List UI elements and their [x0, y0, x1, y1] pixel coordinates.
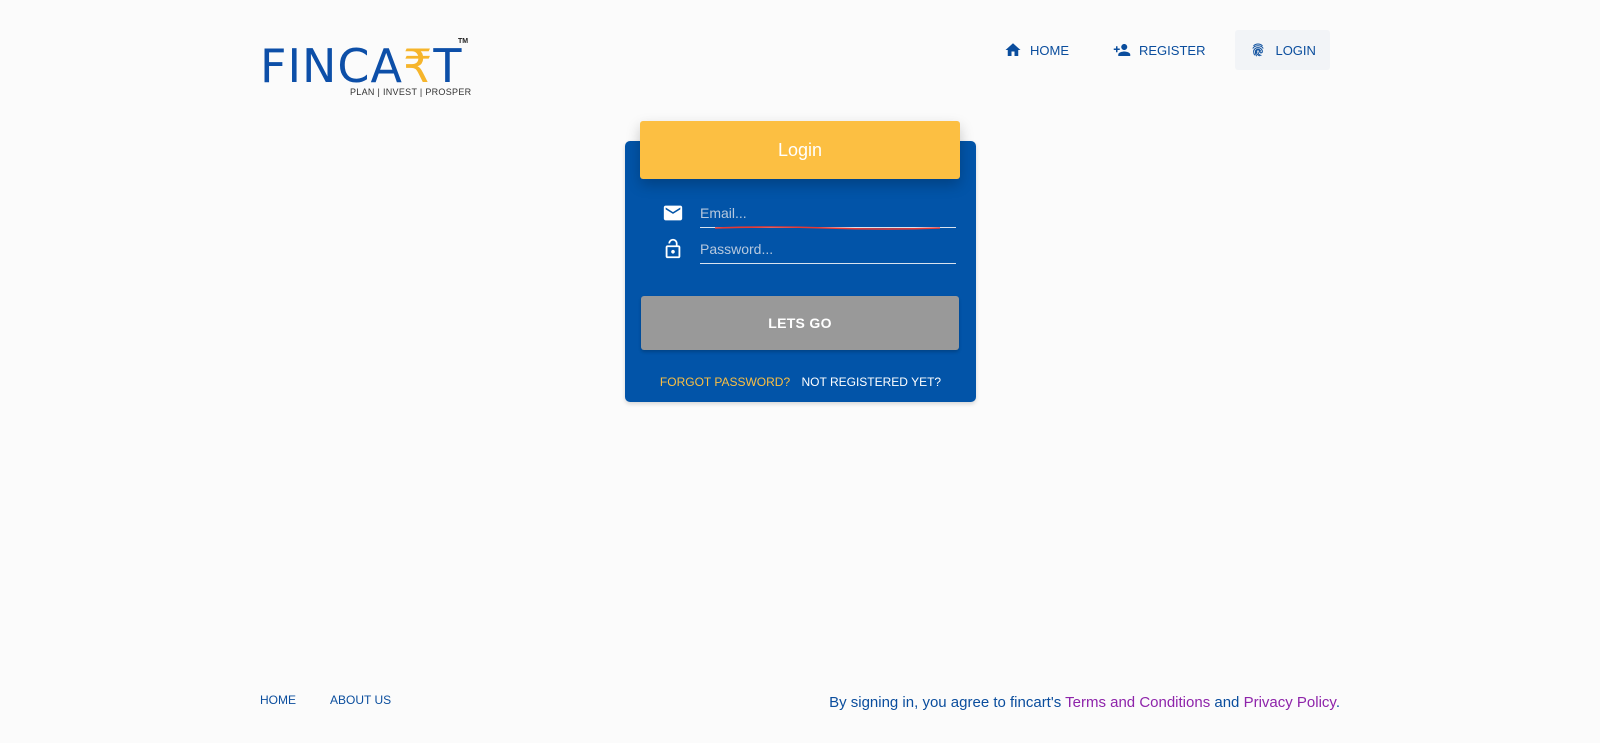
- terms-link[interactable]: Terms and Conditions: [1065, 694, 1210, 711]
- login-card-title: Login: [640, 121, 960, 179]
- login-links: FORGOT PASSWORD? NOT REGISTERED YET?: [625, 375, 976, 389]
- footer-nav: HOME ABOUT US: [260, 693, 391, 707]
- lets-go-button[interactable]: LETS GO: [641, 296, 959, 350]
- not-registered-link[interactable]: NOT REGISTERED YET?: [802, 375, 942, 389]
- nav-login[interactable]: LOGIN: [1235, 30, 1330, 70]
- top-nav: HOME REGISTER LOGIN: [990, 30, 1346, 70]
- footer-legal-text: By signing in, you agree to fincart's Te…: [829, 694, 1340, 711]
- email-field[interactable]: [700, 198, 956, 228]
- rupee-glyph: ₹: [403, 39, 434, 93]
- home-icon: [1005, 43, 1021, 56]
- nav-home[interactable]: HOME: [990, 30, 1083, 70]
- spellcheck-underline: [715, 226, 940, 230]
- nav-register-label: REGISTER: [1139, 42, 1206, 58]
- footer-home-link[interactable]: HOME: [260, 693, 296, 707]
- forgot-password-link[interactable]: FORGOT PASSWORD?: [660, 375, 790, 389]
- logo-wordmark: FINCA₹T: [260, 39, 463, 93]
- email-row: [662, 198, 956, 228]
- trademark-mark: TM: [458, 38, 469, 45]
- email-icon: [662, 202, 684, 224]
- lock-icon: [662, 238, 684, 260]
- logo-tagline: PLAN | INVEST | PROSPER: [350, 87, 472, 97]
- nav-home-label: HOME: [1030, 42, 1069, 58]
- footer-about-link[interactable]: ABOUT US: [330, 693, 391, 707]
- login-card: [625, 141, 976, 402]
- fincart-logo[interactable]: FINCA₹T TM PLAN | INVEST | PROSPER: [260, 38, 472, 100]
- password-field[interactable]: [700, 234, 956, 264]
- person-add-icon: [1113, 44, 1131, 56]
- fingerprint-icon: [1252, 43, 1265, 57]
- nav-register[interactable]: REGISTER: [1099, 30, 1219, 70]
- privacy-link[interactable]: Privacy Policy: [1244, 694, 1336, 711]
- password-row: [662, 234, 956, 264]
- nav-login-label: LOGIN: [1275, 42, 1316, 58]
